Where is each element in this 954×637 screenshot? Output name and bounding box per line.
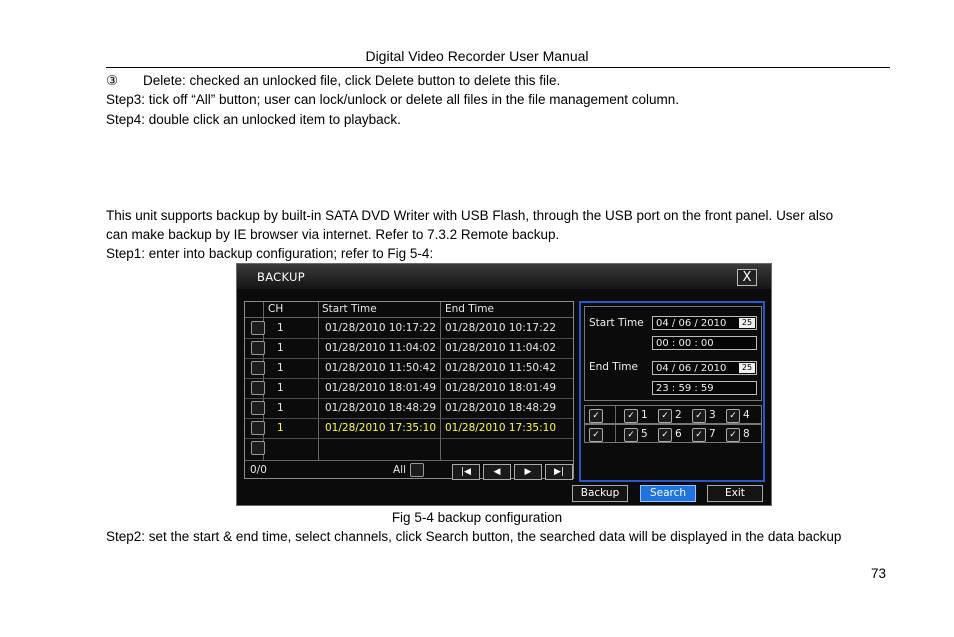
table-row[interactable]: 1 01/28/2010 18:01:49 01/28/2010 18:01:4… [245,378,573,399]
row-checkbox[interactable] [251,361,265,375]
row-checkbox[interactable] [251,421,265,435]
step1-text: Step1: enter into backup configuration; … [106,246,434,261]
divider [615,406,616,423]
channel-selector: ✓ ✓ 1 ✓ 2 ✓ 3 ✓ 4 ✓ ✓ 5 ✓ 6 ✓ 7 ✓ 8 [584,405,764,445]
header-rule [106,67,890,68]
row-checkbox[interactable] [251,401,265,415]
exit-button[interactable]: Exit [707,485,763,502]
row-start: 01/28/2010 11:04:02 [325,342,437,354]
channel-label: 3 [709,409,716,421]
table-row[interactable]: 1 01/28/2010 11:50:42 01/28/2010 11:50:4… [245,358,573,379]
table-row[interactable]: 1 01/28/2010 18:48:29 01/28/2010 18:48:2… [245,398,573,419]
row-checkbox[interactable] [251,381,265,395]
channel-label: 4 [743,409,750,421]
row-ch: 1 [277,422,284,434]
next-page-button[interactable]: ▶ [514,464,542,480]
start-date-value: 04 / 06 / 2010 [656,318,727,329]
row-checkbox[interactable] [251,321,265,335]
channel-label: 1 [641,409,648,421]
calendar-spinner-icon[interactable]: 25 [739,363,755,373]
row-end: 01/28/2010 18:48:29 [445,402,557,414]
all-channels-checkbox[interactable]: ✓ [589,428,603,442]
table-row[interactable]: 1 01/28/2010 10:17:22 01/28/2010 10:17:2… [245,318,573,339]
calendar-spinner-icon[interactable]: 25 [739,318,755,328]
item-mark: ③ [106,73,119,88]
delete-instruction: Delete: checked an unlocked file, click … [143,73,561,88]
start-time-field[interactable]: 00 : 00 : 00 [652,336,757,350]
close-button[interactable]: X [737,269,757,286]
channel-row: ✓ ✓ 5 ✓ 6 ✓ 7 ✓ 8 [584,424,762,443]
search-panel: Start Time 04 / 06 / 2010 25 00 : 00 : 0… [579,301,765,482]
channel-label: 5 [641,428,648,440]
row-end: 01/28/2010 10:17:22 [445,322,557,334]
row-ch: 1 [277,322,284,334]
channel-label: 6 [675,428,682,440]
table-row-empty[interactable] [245,438,573,458]
row-end: 01/28/2010 11:04:02 [445,342,557,354]
backup-title-bar: BACKUP X [237,264,771,289]
backup-button[interactable]: Backup [572,485,628,502]
channel-checkbox[interactable]: ✓ [726,409,740,423]
time-range-box: Start Time 04 / 06 / 2010 25 00 : 00 : 0… [584,306,762,401]
start-date-field[interactable]: 04 / 06 / 2010 25 [652,316,757,330]
row-ch: 1 [277,402,284,414]
step4-text: Step4: double click an unlocked item to … [106,112,401,127]
channel-checkbox[interactable]: ✓ [726,428,740,442]
channel-checkbox[interactable]: ✓ [692,428,706,442]
step3-text: Step3: tick off “All” button; user can l… [106,92,680,107]
table-row-selected[interactable]: 1 01/28/2010 17:35:10 01/28/2010 17:35:1… [245,418,573,439]
prev-page-button[interactable]: ◀ [483,464,511,480]
start-time-label: Start Time [589,317,644,329]
backup-title: BACKUP [257,270,305,284]
end-time-field[interactable]: 23 : 59 : 59 [652,381,757,395]
row-ch: 1 [277,382,284,394]
row-start: 01/28/2010 17:35:10 [325,422,437,434]
step2-text: Step2: set the start & end time, select … [106,529,842,544]
end-date-value: 04 / 06 / 2010 [656,363,727,374]
all-channels-checkbox[interactable]: ✓ [589,409,603,423]
row-checkbox[interactable] [251,441,265,455]
channel-label: 2 [675,409,682,421]
col-ch: CH [268,303,284,315]
record-count: 0/0 [250,464,267,476]
row-start: 01/28/2010 11:50:42 [325,362,437,374]
row-end: 01/28/2010 18:01:49 [445,382,557,394]
row-start: 01/28/2010 10:17:22 [325,322,437,334]
page-number: 73 [870,566,886,581]
end-time-label: End Time [589,361,638,373]
channel-checkbox[interactable]: ✓ [692,409,706,423]
row-start: 01/28/2010 18:01:49 [325,382,437,394]
channel-label: 8 [743,428,750,440]
backup-intro-line2: can make backup by IE browser via intern… [106,227,560,242]
figure-caption: Fig 5-4 backup configuration [391,510,563,525]
channel-checkbox[interactable]: ✓ [624,428,638,442]
channel-label: 7 [709,428,716,440]
col-start-time: Start Time [322,303,377,315]
all-label: All [393,464,407,476]
end-date-field[interactable]: 04 / 06 / 2010 25 [652,361,757,375]
search-button[interactable]: Search [640,485,696,502]
backup-window: BACKUP X CH Start Time End Time 1 01/28/… [236,263,772,506]
file-list-footer: 0/0 All |◀ ◀ ▶ ▶| [245,460,573,480]
page-header-title: Digital Video Recorder User Manual [365,48,589,64]
row-checkbox[interactable] [251,341,265,355]
backup-intro-line1: This unit supports backup by built-in SA… [106,208,834,223]
first-page-button[interactable]: |◀ [452,464,480,480]
channel-checkbox[interactable]: ✓ [658,428,672,442]
channel-checkbox[interactable]: ✓ [658,409,672,423]
col-end-time: End Time [445,303,494,315]
row-end: 01/28/2010 11:50:42 [445,362,557,374]
channel-row: ✓ ✓ 1 ✓ 2 ✓ 3 ✓ 4 [584,405,762,424]
row-start: 01/28/2010 18:48:29 [325,402,437,414]
file-list-panel: CH Start Time End Time 1 01/28/2010 10:1… [244,301,574,480]
table-row[interactable]: 1 01/28/2010 11:04:02 01/28/2010 11:04:0… [245,338,573,359]
all-checkbox[interactable] [410,463,424,477]
file-list-header: CH Start Time End Time [245,302,573,318]
row-end: 01/28/2010 17:35:10 [445,422,557,434]
divider [615,425,616,442]
row-ch: 1 [277,362,284,374]
row-ch: 1 [277,342,284,354]
last-page-button[interactable]: ▶| [545,464,573,480]
channel-checkbox[interactable]: ✓ [624,409,638,423]
